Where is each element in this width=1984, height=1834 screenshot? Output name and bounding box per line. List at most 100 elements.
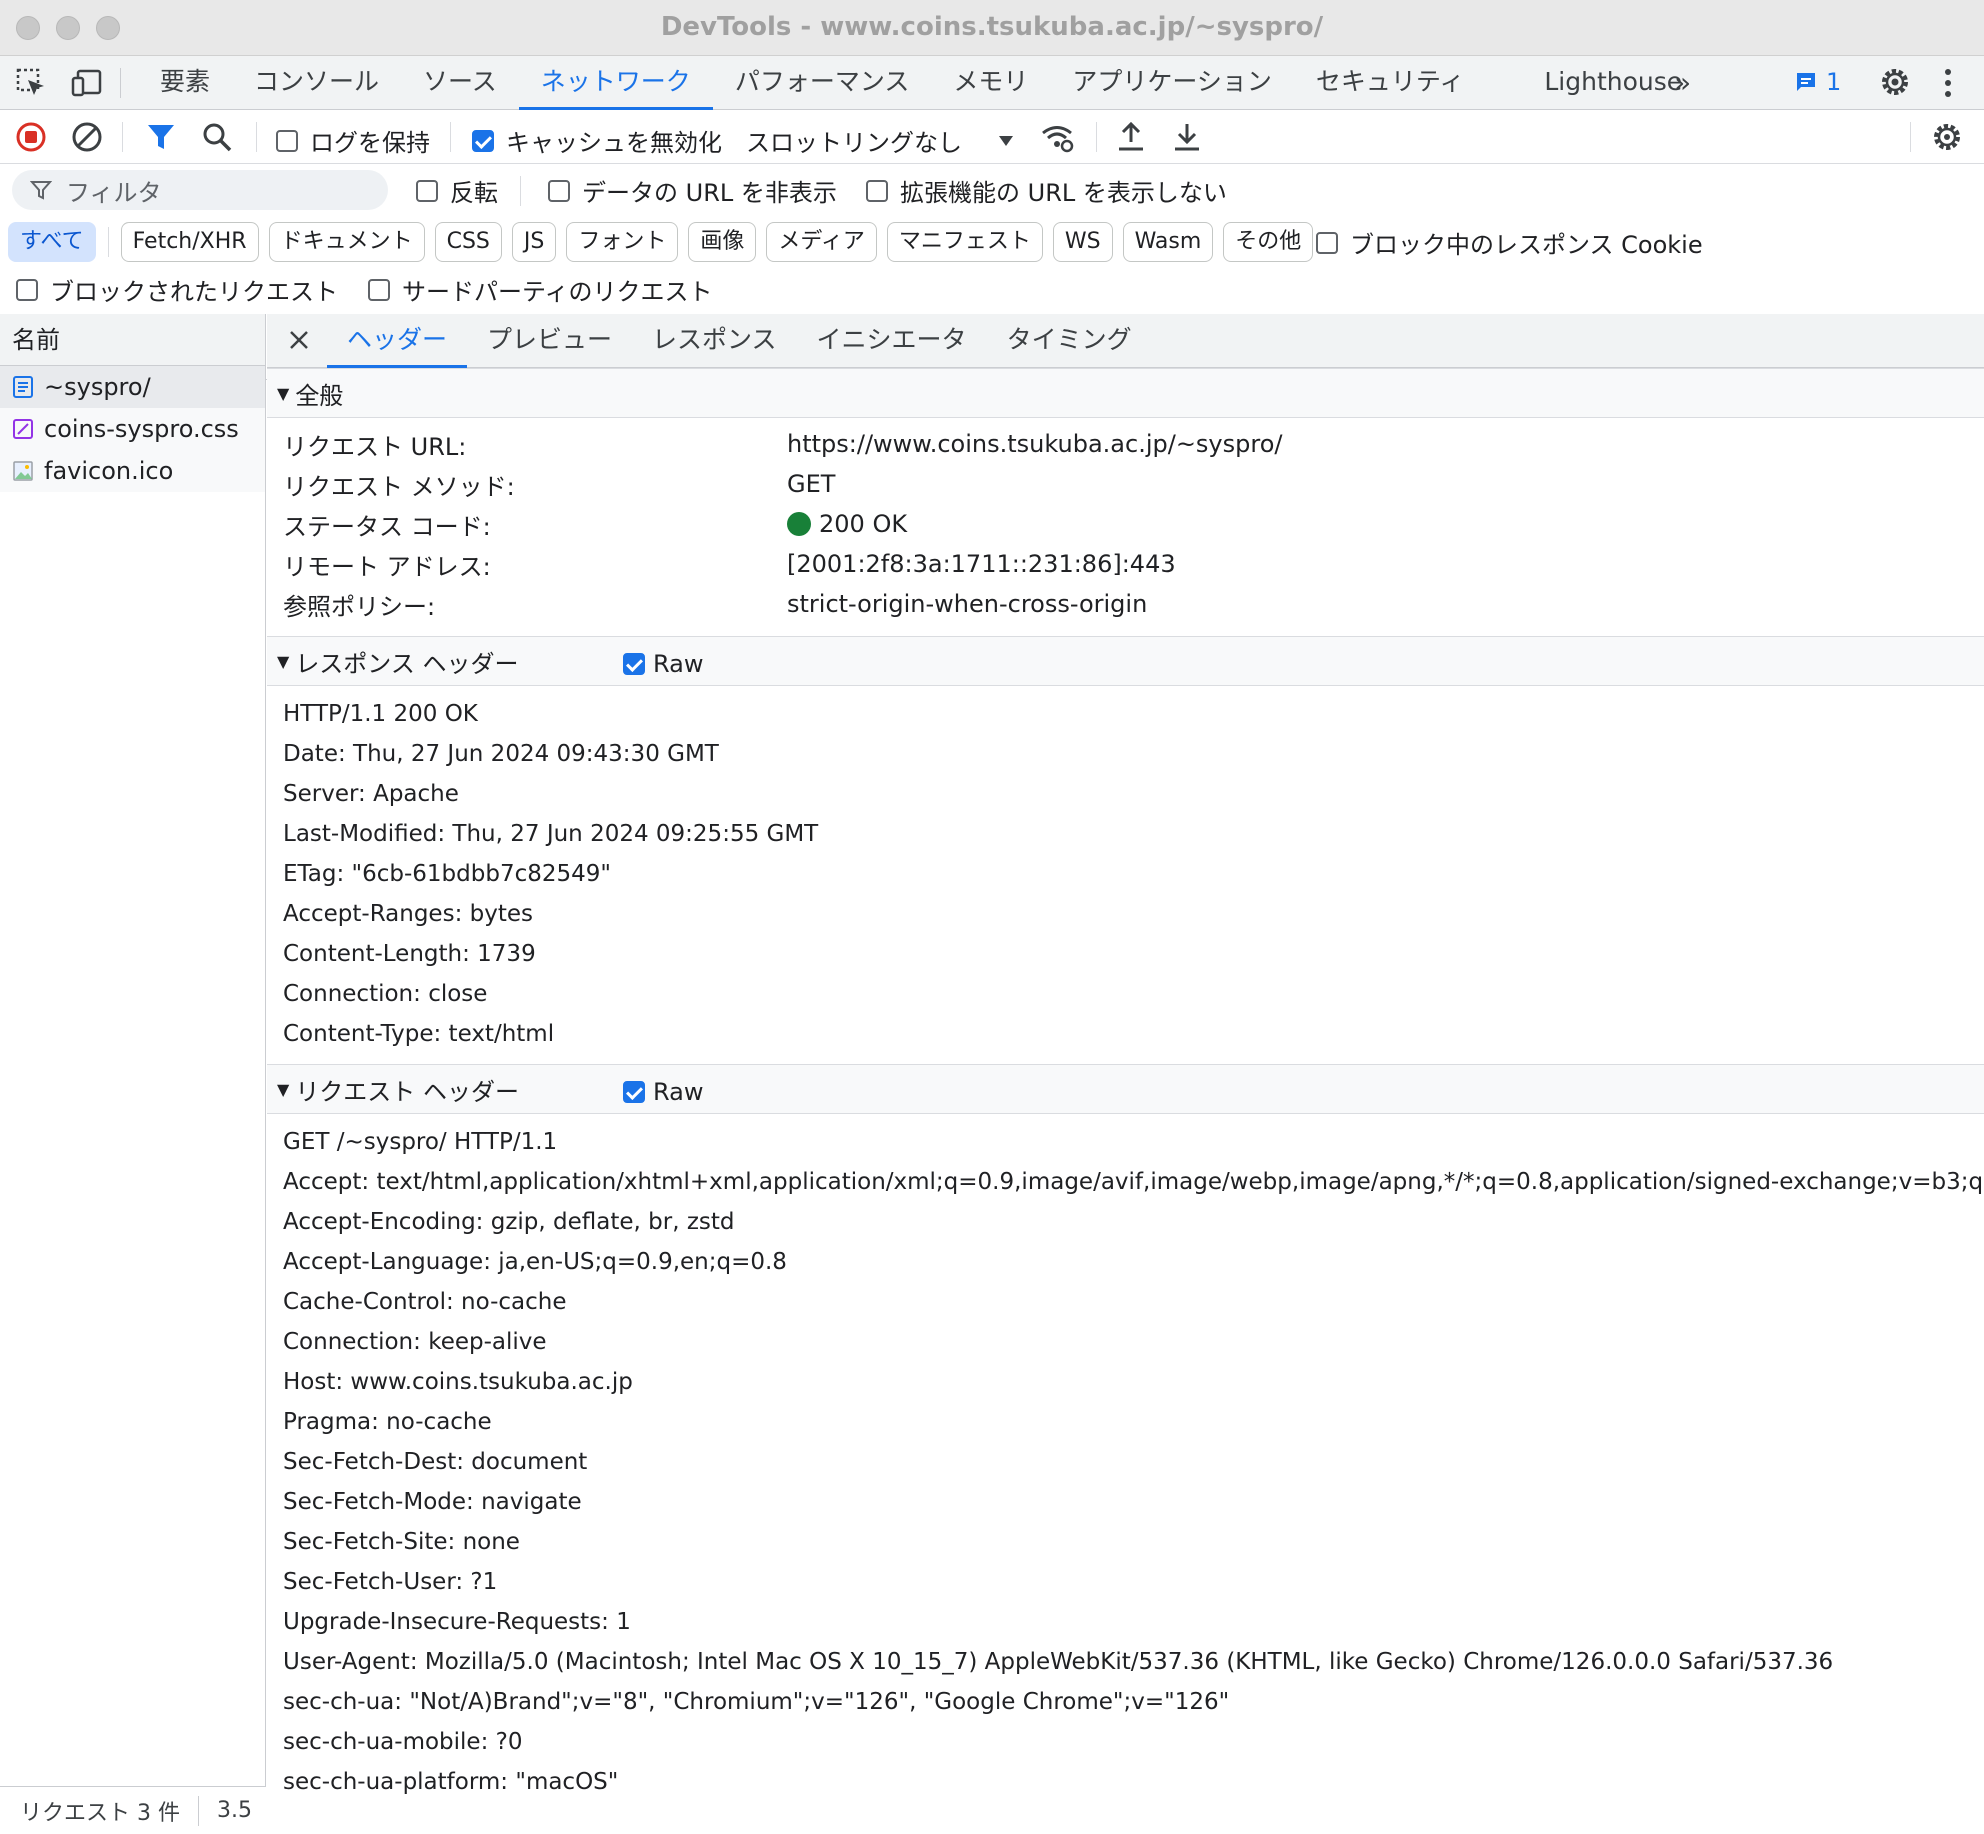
response-raw-box[interactable] xyxy=(623,653,645,675)
network-toolbar: ログを保持 キャッシュを無効化 スロットリングなし xyxy=(0,110,1984,164)
response-raw-label: Raw xyxy=(653,650,704,678)
detail-tab-4[interactable]: タイミング xyxy=(987,314,1152,368)
tab-3[interactable]: ネットワーク xyxy=(518,56,713,110)
request-raw-checkbox[interactable]: Raw xyxy=(623,1078,703,1106)
type-filter-chip[interactable]: フォント xyxy=(566,222,679,262)
tab-1[interactable]: コンソール xyxy=(232,56,401,110)
general-value: https://www.coins.tsukuba.ac.jp/~syspro/ xyxy=(787,430,1282,458)
triangle-down-icon: ▼ xyxy=(277,1079,290,1099)
invert-box[interactable] xyxy=(416,179,438,202)
export-har-icon[interactable] xyxy=(1170,120,1204,154)
third-party-checkbox[interactable]: サードパーティのリクエスト xyxy=(368,272,713,307)
general-section-header[interactable]: ▼ 全般 xyxy=(267,368,1984,418)
request-name: coins-syspro.css xyxy=(44,415,239,443)
hide-data-urls-checkbox[interactable]: データの URL を非表示 xyxy=(548,173,837,208)
preserve-log-box[interactable] xyxy=(276,129,298,152)
detail-tab-0[interactable]: ヘッダー xyxy=(327,314,468,368)
request-raw-box[interactable] xyxy=(623,1081,645,1103)
general-value: GET xyxy=(787,470,835,498)
general-key: リクエスト メソッド: xyxy=(283,472,515,501)
blocked-requests-checkbox[interactable]: ブロックされたリクエスト xyxy=(16,272,338,307)
header-line: Server: Apache xyxy=(283,781,459,807)
header-line: Content-Length: 1739 xyxy=(283,941,536,967)
network-settings-gear-icon[interactable] xyxy=(1930,120,1964,154)
third-party-box[interactable] xyxy=(368,278,390,301)
inspect-element-icon[interactable] xyxy=(14,66,48,100)
main-tab-bar: 要素 コンソール ソース ネットワーク パフォーマンス メモリ アプリケーション セキュリティ… xyxy=(0,56,1984,110)
blocked-cookies-box[interactable] xyxy=(1316,231,1338,254)
detail-tab-1[interactable]: プレビュー xyxy=(467,314,632,368)
general-value-text: https://www.coins.tsukuba.ac.jp/~syspro/ xyxy=(787,430,1283,458)
request-headers-section-header[interactable]: ▼ リクエスト ヘッダー Raw xyxy=(267,1064,1984,1114)
type-filter-chip[interactable]: メディア xyxy=(766,222,877,262)
disable-cache-box[interactable] xyxy=(472,129,494,152)
filter-input[interactable]: フィルタ xyxy=(12,170,388,210)
hide-extension-urls-checkbox[interactable]: 拡張機能の URL を表示しない xyxy=(866,173,1227,208)
header-line: Pragma: no-cache xyxy=(283,1409,492,1435)
header-line: GET /~syspro/ HTTP/1.1 xyxy=(283,1129,558,1155)
disable-cache-checkbox[interactable]: キャッシュを無効化 xyxy=(472,123,722,158)
request-row[interactable]: coins-syspro.css xyxy=(0,408,265,450)
blocked-cookies-checkbox[interactable]: ブロック中のレスポンス Cookie xyxy=(1316,225,1703,260)
response-raw-checkbox[interactable]: Raw xyxy=(623,650,703,678)
issues-button[interactable]: 1 xyxy=(1794,68,1841,96)
divider xyxy=(450,122,451,152)
filter-placeholder: フィルタ xyxy=(66,178,162,207)
hide-extension-urls-box[interactable] xyxy=(866,179,888,202)
type-filter-chip[interactable]: マニフェスト xyxy=(886,222,1043,262)
type-filter-chip[interactable]: Fetch/XHR xyxy=(120,222,259,262)
hide-extension-urls-label: 拡張機能の URL を表示しない xyxy=(900,179,1227,207)
header-line: User-Agent: Mozilla/5.0 (Macintosh; Inte… xyxy=(283,1649,1834,1675)
stop-recording-icon[interactable] xyxy=(14,120,48,154)
network-conditions-icon[interactable] xyxy=(1040,120,1074,154)
response-headers-section-header[interactable]: ▼ レスポンス ヘッダー Raw xyxy=(267,636,1984,686)
type-filter-chip[interactable]: WS xyxy=(1052,222,1113,262)
type-filter-chip[interactable]: 画像 xyxy=(688,222,757,262)
hide-data-urls-box[interactable] xyxy=(548,179,570,202)
triangle-down-icon: ▼ xyxy=(277,651,290,671)
tab-6[interactable]: アプリケーション xyxy=(1050,56,1294,110)
third-party-label: サードパーティのリクエスト xyxy=(402,278,713,306)
type-filter-chip[interactable]: CSS xyxy=(434,222,502,262)
header-line: sec-ch-ua-platform: "macOS" xyxy=(283,1769,619,1795)
chevron-down-icon xyxy=(999,135,1013,146)
filter-icon[interactable] xyxy=(144,120,178,154)
detail-tab-2[interactable]: レスポンス xyxy=(632,314,797,368)
detail-tab-3[interactable]: イニシエータ xyxy=(797,314,987,368)
tab-4[interactable]: パフォーマンス xyxy=(713,56,932,110)
tab-2[interactable]: ソース xyxy=(401,56,519,110)
type-filter-chip[interactable]: JS xyxy=(511,222,557,262)
more-tabs-icon[interactable]: » xyxy=(1674,66,1691,99)
request-row[interactable]: ~syspro/ xyxy=(0,366,265,408)
type-filter-chip[interactable]: その他 xyxy=(1223,222,1314,262)
more-options-icon[interactable] xyxy=(1942,68,1954,98)
name-column-header[interactable]: 名前 xyxy=(0,314,265,366)
settings-gear-icon[interactable] xyxy=(1877,64,1913,100)
divider xyxy=(520,176,521,206)
search-icon[interactable] xyxy=(200,120,234,154)
preserve-log-label: ログを保持 xyxy=(310,129,430,157)
general-value: [2001:2f8:3a:1711::231:86]:443 xyxy=(787,550,1176,578)
type-filter-chip[interactable]: すべて xyxy=(8,222,96,262)
header-line: sec-ch-ua-mobile: ?0 xyxy=(283,1729,523,1755)
tab-7[interactable]: セキュリティ xyxy=(1294,56,1487,110)
type-filter-chip[interactable]: ドキュメント xyxy=(268,222,425,262)
status-dot-icon xyxy=(787,512,811,536)
blocked-requests-box[interactable] xyxy=(16,278,38,301)
main-tabs: 要素 コンソール ソース ネットワーク パフォーマンス メモリ アプリケーション セキュリティ… xyxy=(138,56,1704,110)
invert-checkbox[interactable]: 反転 xyxy=(416,173,498,208)
throttling-select[interactable]: スロットリングなし xyxy=(746,123,1014,158)
import-har-icon[interactable] xyxy=(1114,120,1148,154)
type-filter-chip[interactable]: Wasm xyxy=(1122,222,1214,262)
request-row[interactable]: favicon.ico xyxy=(0,450,265,492)
throttling-value: スロットリングなし xyxy=(746,129,962,157)
tab-0[interactable]: 要素 xyxy=(138,56,232,110)
clear-icon[interactable] xyxy=(70,120,104,154)
general-row: ステータス コード: 200 OK xyxy=(283,504,1984,544)
preserve-log-checkbox[interactable]: ログを保持 xyxy=(276,123,430,158)
close-icon[interactable] xyxy=(287,328,311,352)
window-title: DevTools - www.coins.tsukuba.ac.jp/~sysp… xyxy=(660,12,1324,42)
device-toolbar-icon[interactable] xyxy=(70,66,104,100)
tab-5[interactable]: メモリ xyxy=(931,56,1050,110)
divider xyxy=(120,68,121,98)
